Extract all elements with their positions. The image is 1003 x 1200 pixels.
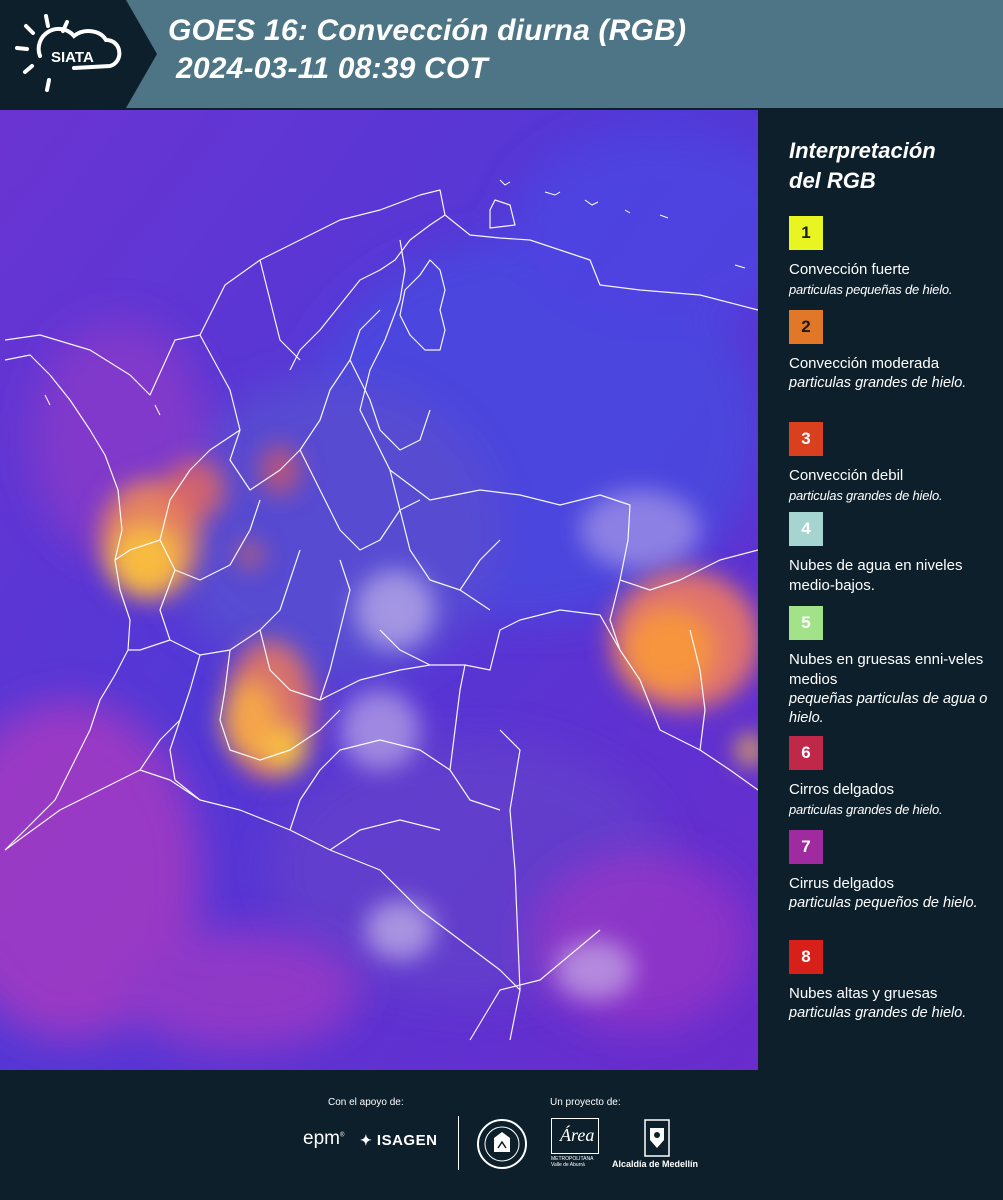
legend-name-7: Cirrus delgados bbox=[789, 875, 895, 892]
isagen-mark-icon: ✦ bbox=[360, 1132, 373, 1148]
legend-swatch-4: 4 bbox=[789, 512, 823, 546]
area-logo-frame: Área bbox=[551, 1118, 599, 1154]
legend-name-3: Convección debil bbox=[789, 467, 904, 484]
legend-item-6: 6 Cirros delgados particulas grandes de … bbox=[789, 736, 1001, 819]
support-label: Con el apoyo de: bbox=[328, 1097, 404, 1108]
area-metropolitana-logo[interactable]: Área METROPOLITANA Valle de Aburrá bbox=[551, 1118, 601, 1168]
legend-swatch-7: 7 bbox=[789, 830, 823, 864]
alcaldia-shield-icon bbox=[644, 1119, 670, 1157]
legend-name-2: Convección moderada bbox=[789, 355, 940, 372]
legend-name-6: Cirros delgados bbox=[789, 781, 895, 798]
legend-swatch-8: 8 bbox=[789, 940, 823, 974]
svg-text:SIATA: SIATA bbox=[51, 49, 94, 66]
seal-logo[interactable] bbox=[476, 1118, 528, 1170]
legend-item-7: 7 Cirrus delgados particulas pequeños de… bbox=[789, 830, 1001, 913]
legend-desc-7: particulas pequeños de hielo. bbox=[789, 895, 978, 911]
legend-item-8: 8 Nubes altas y gruesas particulas grand… bbox=[789, 940, 1001, 1023]
page-title: GOES 16: Convección diurna (RGB) 2024-03… bbox=[168, 12, 686, 88]
area-logo-text: Área bbox=[560, 1125, 595, 1145]
header-bar: SIATA GOES 16: Convección diurna (RGB) 2… bbox=[0, 0, 1003, 108]
legend-name-4: Nubes de agua en niveles medio-bajos. bbox=[789, 557, 963, 594]
legend-title-line-1: Interpretación bbox=[789, 138, 936, 163]
legend-panel: Interpretación del RGB 1 Convección fuer… bbox=[760, 110, 1003, 1070]
alcaldia-logo-text[interactable]: Alcaldía de Medellín bbox=[612, 1159, 698, 1169]
legend-item-5: 5 Nubes en gruesas enni-veles medios peq… bbox=[789, 606, 1001, 728]
legend-desc-6: particulas grandes de hielo. bbox=[789, 802, 943, 817]
legend-swatch-5: 5 bbox=[789, 606, 823, 640]
legend-swatch-2: 2 bbox=[789, 310, 823, 344]
legend-title-line-2: del RGB bbox=[789, 168, 876, 193]
legend-item-3: 3 Convección debil particulas grandes de… bbox=[789, 422, 1001, 505]
isagen-logo[interactable]: ✦ ISAGEN bbox=[360, 1132, 437, 1149]
legend-swatch-6: 6 bbox=[789, 736, 823, 770]
area-logo-sub2: Valle de Aburrá bbox=[551, 1162, 585, 1168]
legend-title: Interpretación del RGB bbox=[789, 136, 936, 196]
legend-swatch-1: 1 bbox=[789, 216, 823, 250]
footer-divider bbox=[458, 1116, 459, 1170]
sun-cloud-icon: SIATA bbox=[15, 14, 122, 92]
legend-desc-2: particulas grandes de hielo. bbox=[789, 375, 967, 391]
project-label: Un proyecto de: bbox=[550, 1097, 621, 1108]
title-line-2: 2024-03-11 08:39 COT bbox=[176, 52, 488, 85]
legend-name-1: Convección fuerte bbox=[789, 261, 910, 278]
isagen-logo-text: ISAGEN bbox=[376, 1132, 438, 1149]
legend-item-2: 2 Convección moderada particulas grandes… bbox=[789, 310, 1001, 393]
siata-logo[interactable]: SIATA bbox=[0, 0, 157, 108]
footer: Con el apoyo de: Un proyecto de: epm® ✦ … bbox=[0, 1070, 1003, 1200]
legend-desc-5: pequeñas particulas de agua o hielo. bbox=[789, 691, 988, 726]
legend-desc-8: particulas grandes de hielo. bbox=[789, 1005, 967, 1021]
satellite-image bbox=[0, 110, 758, 1070]
epm-logo-text: epm bbox=[303, 1128, 340, 1149]
legend-desc-3: particulas grandes de hielo. bbox=[789, 488, 943, 503]
legend-item-4: 4 Nubes de agua en niveles medio-bajos. bbox=[789, 512, 1001, 596]
legend-item-1: 1 Convección fuerte particulas pequeñas … bbox=[789, 216, 1001, 299]
legend-swatch-3: 3 bbox=[789, 422, 823, 456]
satellite-map[interactable] bbox=[0, 110, 758, 1070]
title-line-1: GOES 16: Convección diurna (RGB) bbox=[168, 14, 687, 47]
epm-logo[interactable]: epm® bbox=[303, 1128, 344, 1150]
legend-name-5: Nubes en gruesas enni-veles medios bbox=[789, 651, 984, 688]
legend-name-8: Nubes altas y gruesas bbox=[789, 985, 938, 1002]
legend-desc-1: particulas pequeñas de hielo. bbox=[789, 282, 953, 297]
